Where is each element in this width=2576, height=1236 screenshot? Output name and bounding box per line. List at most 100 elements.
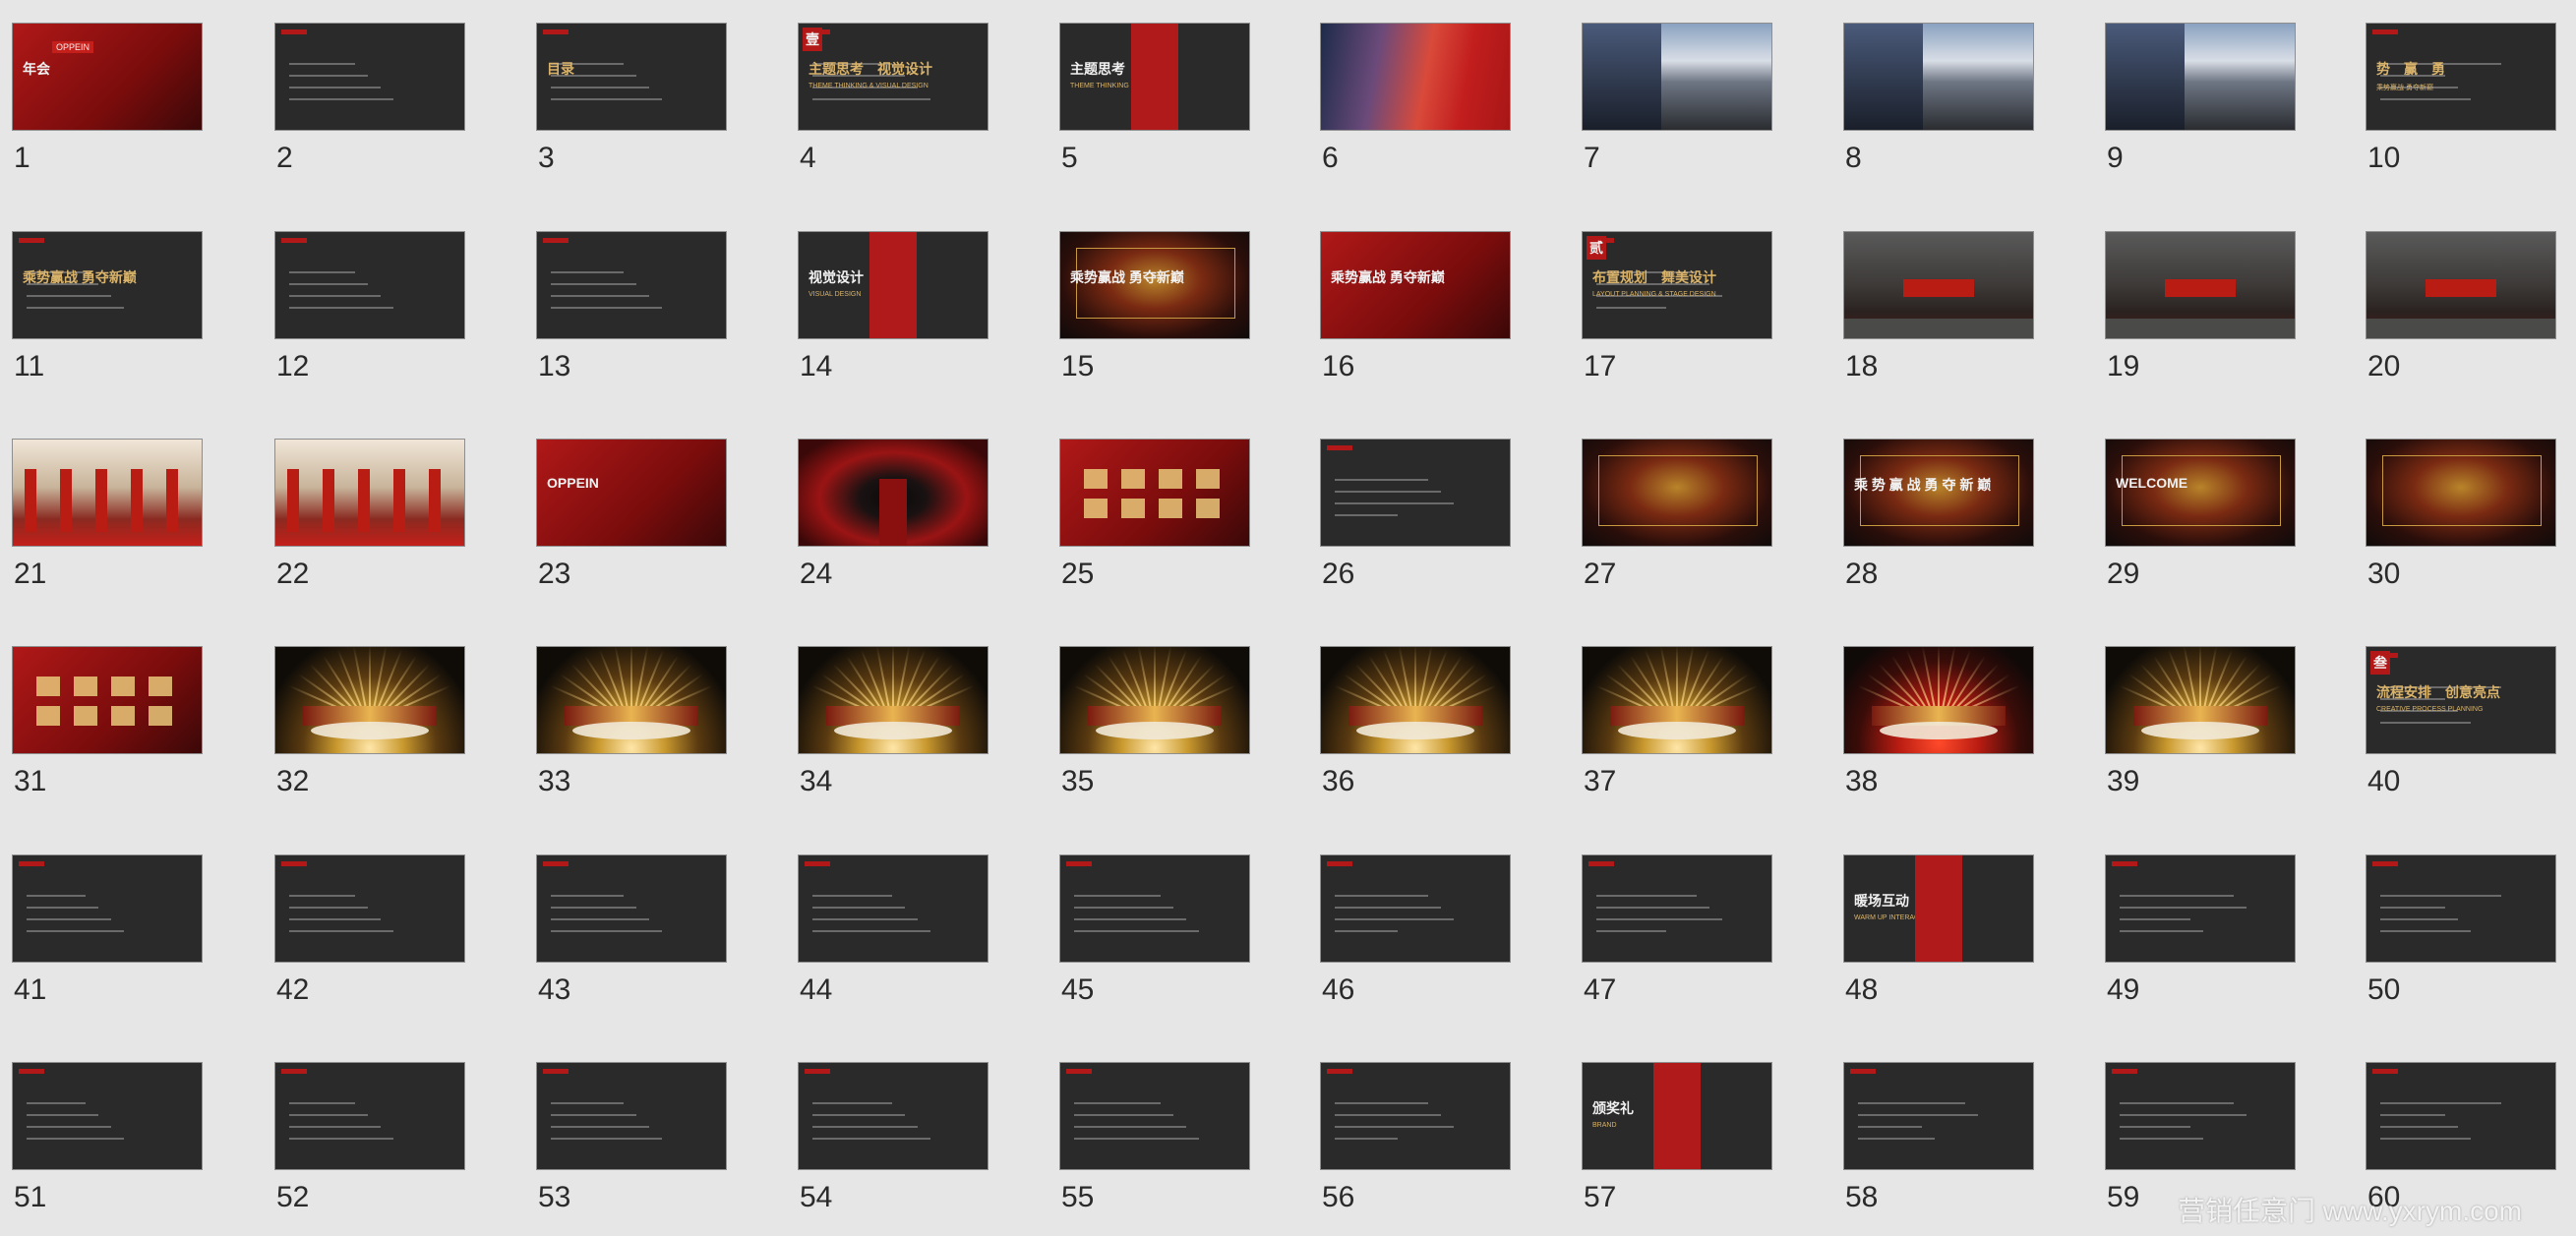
- slide-number: 32: [276, 765, 310, 797]
- slide-thumbnail[interactable]: [798, 854, 988, 963]
- slide-thumbnail[interactable]: [2366, 854, 2556, 963]
- slide-thumbnail[interactable]: 年会 OPPEIN: [12, 23, 203, 131]
- slide-number: 5: [1061, 142, 1078, 174]
- slide-thumbnail[interactable]: 乘 势 赢 战 勇 夺 新 巅: [1843, 439, 2034, 547]
- slide-thumbnail[interactable]: [12, 854, 203, 963]
- slide-thumbnail[interactable]: [798, 439, 988, 547]
- light-beam: [1414, 647, 1416, 714]
- slide-thumbnail[interactable]: [1059, 439, 1250, 547]
- slide-thumbnail[interactable]: [2366, 1062, 2556, 1170]
- slide-cell: 26: [1320, 439, 1511, 590]
- slide-thumbnail[interactable]: [1582, 23, 1772, 131]
- banner: [2426, 279, 2496, 297]
- light-beam: [630, 647, 632, 714]
- slide-thumbnail[interactable]: [274, 646, 465, 754]
- text-line: [1596, 918, 1722, 920]
- text-line: [1335, 907, 1441, 909]
- slide-subtitle: BRAND: [1592, 1122, 1617, 1129]
- slide-thumbnail[interactable]: [798, 1062, 988, 1170]
- slide-thumbnail[interactable]: [274, 231, 465, 339]
- slide-thumbnail[interactable]: [798, 646, 988, 754]
- text-line: [2380, 930, 2471, 932]
- slide-thumbnail[interactable]: 流程安排 创意亮点 CREATIVE PROCESS PLANNING 叁: [2366, 646, 2556, 754]
- slide-thumbnail[interactable]: 势 赢 勇乘势赢战 勇夺新巅: [2366, 23, 2556, 131]
- slide-thumbnail[interactable]: [12, 1062, 203, 1170]
- slide-number: 52: [276, 1181, 310, 1213]
- slide-thumbnail[interactable]: [536, 231, 727, 339]
- slide-cell: 主题思考 THEME THINKING 5: [1059, 23, 1250, 174]
- text-line: [2380, 907, 2445, 909]
- slide-thumbnail[interactable]: [2105, 231, 2296, 339]
- slide-number: 56: [1322, 1181, 1355, 1213]
- slide-thumbnail[interactable]: 乘势赢战 勇夺新巅: [1059, 231, 1250, 339]
- slide-thumbnail[interactable]: [2366, 439, 2556, 547]
- slide-thumbnail[interactable]: [2105, 23, 2296, 131]
- slide-number: 27: [1584, 558, 1617, 590]
- text-line: [551, 1126, 649, 1128]
- slide-thumbnail[interactable]: [274, 23, 465, 131]
- slide-thumbnail[interactable]: 暖场互动 WARM UP INTERACTION: [1843, 854, 2034, 963]
- slide-thumbnail[interactable]: WELCOME: [2105, 439, 2296, 547]
- slide-thumbnail[interactable]: 颁奖礼 BRAND: [1582, 1062, 1772, 1170]
- slide-number: 16: [1322, 350, 1355, 383]
- slide-title: 布置规划 舞美设计: [1592, 269, 1716, 285]
- slide-thumbnail[interactable]: [1582, 854, 1772, 963]
- slide-thumbnail[interactable]: [2105, 646, 2296, 754]
- text-line: [1335, 930, 1398, 932]
- pillar: [25, 469, 36, 532]
- slide-thumbnail[interactable]: 乘势赢战 勇夺新巅: [1320, 231, 1511, 339]
- slide-thumbnail[interactable]: [1843, 646, 2034, 754]
- slide-thumbnail[interactable]: [12, 439, 203, 547]
- slide-thumbnail[interactable]: 主题思考 THEME THINKING: [1059, 23, 1250, 131]
- slide-thumbnail[interactable]: [1320, 646, 1511, 754]
- slide-thumbnail[interactable]: [12, 646, 203, 754]
- slide-thumbnail[interactable]: [274, 1062, 465, 1170]
- slide-cell: 46: [1320, 854, 1511, 1006]
- slide-thumbnail[interactable]: [1582, 646, 1772, 754]
- slide-thumbnail[interactable]: [1320, 1062, 1511, 1170]
- slide-thumbnail[interactable]: [2366, 231, 2556, 339]
- slide-thumbnail[interactable]: [1059, 854, 1250, 963]
- slide-thumbnail[interactable]: OPPEIN: [536, 439, 727, 547]
- slide-thumbnail[interactable]: [1320, 439, 1511, 547]
- slide-thumbnail[interactable]: [274, 439, 465, 547]
- title-tag: [19, 238, 44, 243]
- slide-thumbnail[interactable]: [1843, 1062, 2034, 1170]
- slide-number: 30: [2367, 558, 2401, 590]
- frame: [1598, 455, 1758, 526]
- slide-number: 21: [14, 558, 47, 590]
- slide-thumbnail[interactable]: [1320, 23, 1511, 131]
- slide-cell: 45: [1059, 854, 1250, 1006]
- slide-thumbnail[interactable]: 目录: [536, 23, 727, 131]
- slide-thumbnail[interactable]: [536, 854, 727, 963]
- slide-thumbnail[interactable]: [274, 854, 465, 963]
- slide-thumbnail[interactable]: 乘势赢战 勇夺新巅: [12, 231, 203, 339]
- slide-thumbnail[interactable]: [536, 646, 727, 754]
- text-line: [27, 907, 98, 909]
- pillar: [323, 469, 334, 532]
- award-tile: [1084, 469, 1108, 489]
- slide-thumbnail[interactable]: 视觉设计 VISUAL DESIGN: [798, 231, 988, 339]
- pillar: [358, 469, 370, 532]
- text-line: [1596, 895, 1697, 897]
- slide-cell: OPPEIN 23: [536, 439, 727, 590]
- slide-cell: 13: [536, 231, 727, 383]
- text-line: [551, 1114, 636, 1116]
- slide-thumbnail[interactable]: 布置规划 舞美设计 LAYOUT PLANNING & STAGE DESIGN 贰: [1582, 231, 1772, 339]
- slide-thumbnail[interactable]: [1320, 854, 1511, 963]
- slide-thumbnail[interactable]: [1059, 1062, 1250, 1170]
- slide-number: 11: [14, 350, 45, 383]
- slide-thumbnail[interactable]: [536, 1062, 727, 1170]
- slide-thumbnail[interactable]: [1059, 646, 1250, 754]
- text-line: [1858, 1102, 1965, 1104]
- slide-thumbnail[interactable]: 主题思考 视觉设计 THEME THINKING & VISUAL DESIGN 壹: [798, 23, 988, 131]
- slide-thumbnail[interactable]: [1582, 439, 1772, 547]
- text-line: [1335, 479, 1428, 481]
- text-line: [551, 930, 662, 932]
- slide-thumbnail[interactable]: [2105, 1062, 2296, 1170]
- slide-thumbnail[interactable]: [1843, 231, 2034, 339]
- ground: [2106, 319, 2295, 338]
- slide-thumbnail[interactable]: [2105, 854, 2296, 963]
- slide-number: 37: [1584, 765, 1617, 797]
- slide-thumbnail[interactable]: [1843, 23, 2034, 131]
